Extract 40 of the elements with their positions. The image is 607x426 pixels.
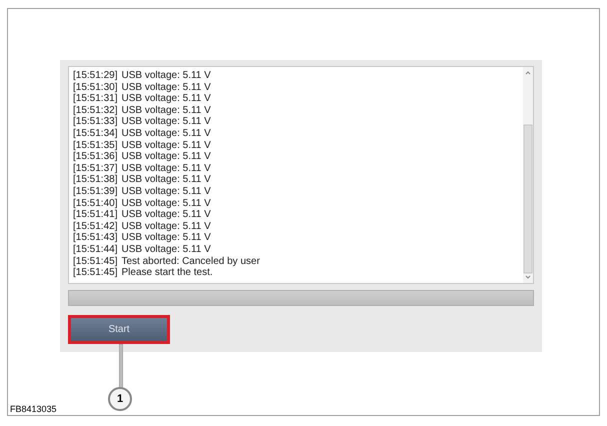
log-message: USB voltage: 5.11 V: [121, 82, 211, 94]
log-time: [15:51:41]: [73, 209, 118, 221]
log-message: USB voltage: 5.11 V: [121, 128, 211, 140]
log-message: Test aborted: Canceled by user: [121, 256, 260, 268]
scrollbar[interactable]: [523, 67, 533, 283]
log-time: [15:51:37]: [73, 162, 118, 174]
log-time: [15:51:31]: [73, 93, 118, 105]
log-time: [15:51:39]: [73, 186, 118, 198]
log-time: [15:51:36]: [73, 151, 118, 163]
log-time: [15:51:42]: [73, 220, 118, 232]
callout-number: 1: [108, 387, 132, 411]
log-time: [15:51:38]: [73, 174, 118, 186]
log-message: USB voltage: 5.11 V: [121, 162, 211, 174]
start-button[interactable]: Start: [68, 315, 170, 344]
log-message: USB voltage: 5.11 V: [121, 174, 211, 186]
log-message: USB voltage: 5.11 V: [121, 70, 211, 82]
log-message: USB voltage: 5.11 V: [121, 140, 211, 152]
log-time: [15:51:32]: [73, 104, 118, 116]
log-time: [15:51:35]: [73, 140, 118, 152]
log-message: USB voltage: 5.11 V: [121, 186, 211, 198]
log-message: USB voltage: 5.11 V: [121, 198, 211, 210]
log-time: [15:51:45]: [73, 256, 118, 268]
log-time: [15:51:43]: [73, 232, 118, 244]
log-message: USB voltage: 5.11 V: [121, 209, 211, 221]
log-message: USB voltage: 5.11 V: [121, 116, 211, 128]
log-time: [15:51:30]: [73, 82, 118, 94]
log-time: [15:51:40]: [73, 198, 118, 210]
log-time: [15:51:29]: [73, 70, 118, 82]
log-time: [15:51:34]: [73, 128, 118, 140]
log-time: [15:51:33]: [73, 116, 118, 128]
log-message: USB voltage: 5.11 V: [121, 232, 211, 244]
log-message: USB voltage: 5.11 V: [121, 151, 211, 163]
log-message: USB voltage: 5.11 V: [121, 104, 211, 116]
log-time: [15:51:44]: [73, 244, 118, 256]
figure-code: FB8413035: [8, 403, 59, 415]
log-message: USB voltage: 5.11 V: [121, 220, 211, 232]
log-time: [15:51:45]: [73, 267, 118, 279]
log-message: USB voltage: 5.11 V: [121, 93, 211, 105]
log-message: USB voltage: 5.11 V: [121, 244, 211, 256]
log-message: Please start the test.: [121, 267, 213, 279]
